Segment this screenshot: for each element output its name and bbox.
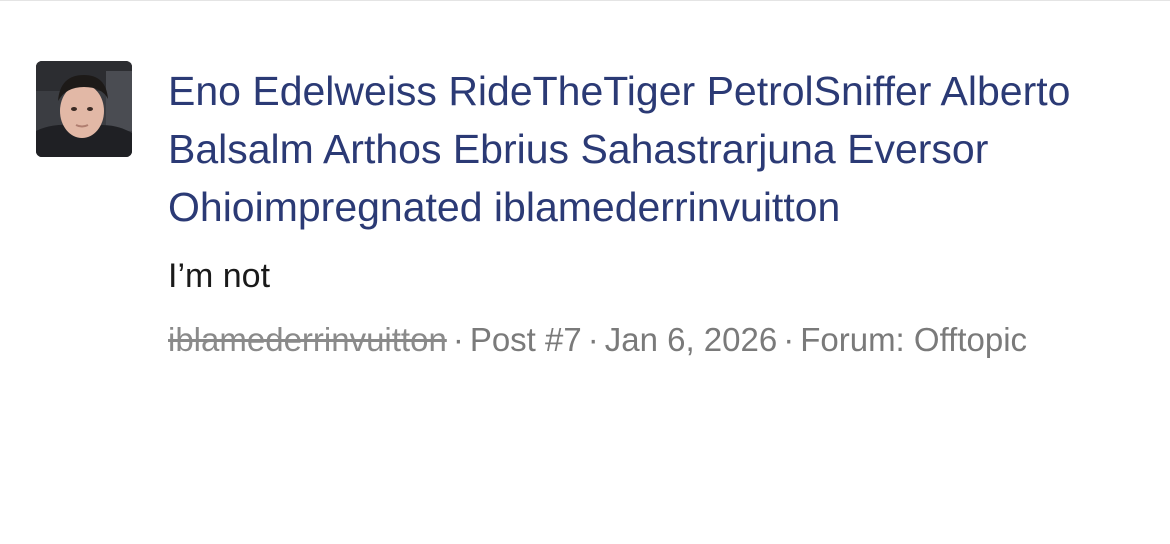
- post-number[interactable]: Post #7: [470, 321, 582, 358]
- post-title: Eno Edelweiss RideTheTiger PetrolSniffer…: [168, 62, 1143, 236]
- post-date: Jan 6, 2026: [604, 321, 778, 358]
- author-link[interactable]: iblamederrinvuitton: [168, 321, 447, 358]
- post-meta: iblamederrinvuitton · Post #7 · Jan 6, 2026 ·…: [168, 312, 1143, 367]
- meta-separator: ·: [452, 321, 464, 358]
- forum-link[interactable]: Offtopic: [914, 321, 1027, 358]
- post-content: Eno Edelweiss RideTheTiger PetrolSniffer…: [168, 62, 1143, 367]
- meta-separator: ·: [783, 321, 795, 358]
- post-body: I’m not: [168, 257, 271, 295]
- top-divider: [0, 0, 1170, 1]
- avatar-image: [36, 61, 132, 157]
- meta-separator: ·: [587, 321, 599, 358]
- forum-label: Forum:: [800, 321, 905, 358]
- post-title-link[interactable]: Eno Edelweiss RideTheTiger PetrolSniffer…: [168, 68, 1070, 230]
- avatar[interactable]: [36, 61, 132, 157]
